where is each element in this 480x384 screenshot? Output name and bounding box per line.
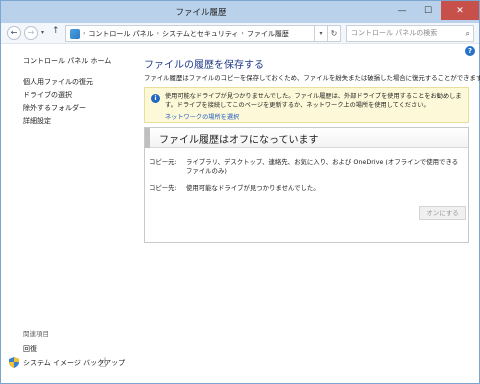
search-placeholder: コントロール パネルの検索	[351, 29, 438, 37]
turn-on-button[interactable]: オンにする	[419, 206, 466, 220]
info-message: 使用可能なドライブが見つかりませんでした。ファイル履歴は、外部ドライブを使用する…	[165, 93, 462, 109]
exclude-folders-link[interactable]: 除外するフォルダー	[23, 103, 93, 114]
system-image-backup-link[interactable]: システム イメージ バックアップ	[9, 357, 125, 368]
status-header: ファイル履歴はオフになっています	[145, 128, 468, 148]
page-title: ファイルの履歴を保存する	[144, 60, 264, 71]
info-banner: i 使用可能なドライブが見つかりませんでした。ファイル履歴は、外部ドライブを使用…	[144, 87, 469, 123]
maximize-button[interactable]: ☐	[415, 1, 441, 20]
copy-from-value: ライブラリ、デスクトップ、連絡先、お気に入り、および OneDrive (オフラ…	[186, 158, 459, 175]
breadcrumb-file-history[interactable]: ファイル履歴	[247, 29, 289, 39]
recovery-link[interactable]: 回復	[23, 344, 37, 354]
left-pane: コントロール パネル ホーム 個人用ファイルの復元 ドライブの選択 除外するフォ…	[1, 44, 137, 383]
status-title: ファイル履歴はオフになっています	[159, 135, 319, 146]
close-button[interactable]: ✕	[441, 1, 479, 20]
control-panel-icon	[70, 28, 80, 39]
breadcrumb-separator: ›	[241, 30, 244, 37]
copy-from-label: コピー元:	[149, 158, 177, 166]
copy-to-label: コピー先:	[149, 184, 177, 192]
search-icon[interactable]: ⌕	[466, 26, 470, 41]
page-description: ファイル履歴はファイルのコピーを保存しておくため、ファイルを紛失または破損した場…	[144, 74, 480, 82]
hand-cursor-icon: ☝	[99, 356, 107, 371]
status-panel: ファイル履歴はオフになっています コピー元: ライブラリ、デスクトップ、連絡先、…	[144, 127, 469, 243]
breadcrumb-separator: ›	[156, 30, 160, 37]
system-image-backup-label: システム イメージ バックアップ	[23, 358, 126, 367]
title-bar: ファイル履歴 — ☐ ✕	[1, 1, 479, 23]
address-field[interactable]: › コントロール パネル › システムとセキュリティ › ファイル履歴	[65, 25, 315, 42]
advanced-settings-link[interactable]: 詳細設定	[23, 116, 93, 127]
minimize-button[interactable]: —	[389, 1, 415, 20]
control-panel-home-link[interactable]: コントロール パネル ホーム	[23, 56, 111, 66]
help-icon[interactable]: ?	[465, 46, 475, 56]
window-title: ファイル履歴	[175, 8, 227, 18]
breadcrumb-control-panel[interactable]: コントロール パネル	[88, 29, 153, 39]
up-button[interactable]: ↑	[52, 26, 60, 36]
copy-to-value: 使用可能なドライブが見つかりませんでした。	[186, 184, 320, 192]
refresh-button[interactable]: ↻	[328, 25, 341, 42]
task-links: 個人用ファイルの復元 ドライブの選択 除外するフォルダー 詳細設定	[23, 77, 93, 129]
address-bar: ← → ▾ ↑ › コントロール パネル › システムとセキュリティ › ファイ…	[1, 23, 479, 44]
forward-button[interactable]: →	[24, 26, 38, 40]
restore-files-link[interactable]: 個人用ファイルの復元	[23, 77, 93, 88]
address-dropdown-button[interactable]: ▾	[315, 25, 328, 42]
related-header: 関連項目	[23, 330, 49, 338]
select-network-location-link[interactable]: ネットワークの場所を選択	[165, 112, 239, 121]
back-button[interactable]: ←	[7, 26, 21, 40]
info-icon: i	[151, 94, 160, 103]
search-input[interactable]: コントロール パネルの検索 ⌕	[346, 25, 474, 42]
status-indicator	[145, 128, 150, 148]
file-history-window: ファイル履歴 — ☐ ✕ ← → ▾ ↑ › コントロール パネル › システム…	[0, 0, 480, 384]
select-drive-link[interactable]: ドライブの選択	[23, 90, 93, 101]
recent-pages-dropdown[interactable]: ▾	[41, 29, 44, 36]
breadcrumb-system-security[interactable]: システムとセキュリティ	[162, 29, 238, 39]
shield-icon	[9, 357, 19, 368]
breadcrumb-separator: ›	[83, 30, 86, 37]
